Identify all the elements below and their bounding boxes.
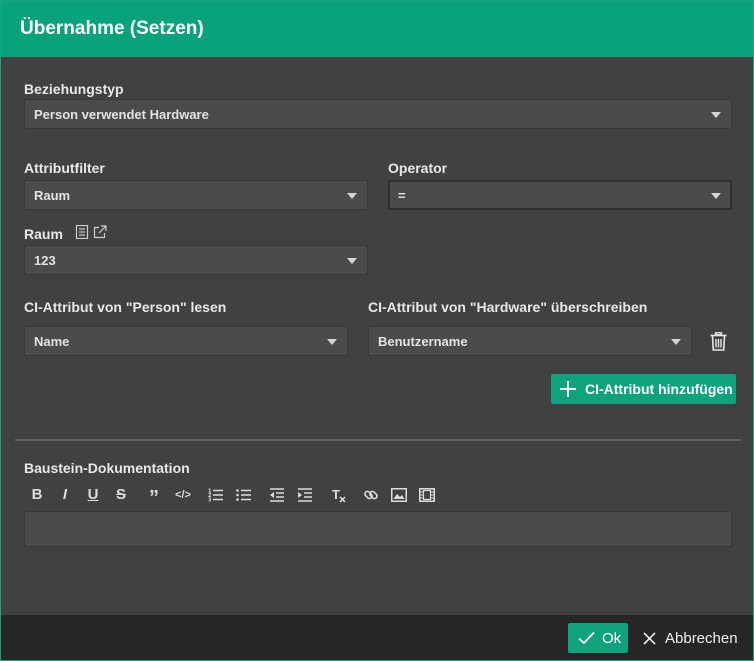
relation-type-label: Beziehungstyp xyxy=(24,81,124,97)
svg-text:T: T xyxy=(332,487,340,502)
operator-label: Operator xyxy=(388,160,448,176)
documentation-editor[interactable] xyxy=(24,511,732,547)
code-icon[interactable]: </> xyxy=(174,487,192,503)
dialog: Übernahme (Setzen) Beziehungstyp Person … xyxy=(0,0,754,661)
ordered-list-icon[interactable]: 1 2 3 xyxy=(208,487,224,503)
list-icon[interactable] xyxy=(75,225,89,239)
dialog-title: Übernahme (Setzen) xyxy=(20,18,204,39)
external-link-icon[interactable] xyxy=(93,225,107,239)
trash-icon[interactable] xyxy=(710,332,727,351)
bold-icon[interactable]: B xyxy=(30,487,44,503)
add-attribute-button[interactable]: CI-Attribut hinzufügen xyxy=(551,374,736,404)
attribute-filter-value: Raum xyxy=(34,188,71,203)
plus-icon xyxy=(560,381,576,397)
write-attribute-value: Benutzername xyxy=(378,334,468,349)
dialog-footer: Ok Abbrechen xyxy=(1,615,753,660)
close-icon xyxy=(643,632,656,645)
chevron-down-icon xyxy=(327,339,337,345)
title-bar: Übernahme (Setzen) xyxy=(1,1,753,57)
room-select[interactable]: 123 xyxy=(24,245,368,275)
italic-icon[interactable]: I xyxy=(58,487,72,503)
chevron-down-icon xyxy=(347,193,357,199)
cancel-button[interactable]: Abbrechen xyxy=(639,623,745,653)
chevron-down-icon xyxy=(347,258,357,264)
relation-type-value: Person verwendet Hardware xyxy=(34,107,209,122)
quote-icon[interactable]: ” xyxy=(146,488,162,508)
operator-value: = xyxy=(398,188,406,203)
video-icon[interactable] xyxy=(419,487,435,503)
read-attribute-label: CI-Attribut von "Person" lesen xyxy=(24,299,227,315)
read-attribute-select[interactable]: Name xyxy=(24,326,348,356)
svg-text:3: 3 xyxy=(208,498,212,504)
check-icon xyxy=(578,631,595,645)
attribute-filter-select[interactable]: Raum xyxy=(24,180,368,210)
add-attribute-label: CI-Attribut hinzufügen xyxy=(585,381,733,397)
room-value: 123 xyxy=(34,253,56,268)
ok-button[interactable]: Ok xyxy=(568,623,628,653)
write-attribute-select[interactable]: Benutzername xyxy=(368,326,692,356)
indent-icon[interactable] xyxy=(297,487,313,503)
image-icon[interactable] xyxy=(391,487,407,503)
chevron-down-icon xyxy=(711,193,721,199)
ok-label: Ok xyxy=(602,630,622,647)
clear-format-icon[interactable]: T xyxy=(331,487,347,503)
strikethrough-icon[interactable]: S xyxy=(114,487,128,503)
chevron-down-icon xyxy=(671,339,681,345)
outdent-icon[interactable] xyxy=(269,487,285,503)
divider xyxy=(15,439,741,441)
write-attribute-label: CI-Attribut von "Hardware" überschreiben xyxy=(368,299,648,315)
chevron-down-icon xyxy=(711,112,721,118)
cancel-label: Abbrechen xyxy=(665,630,738,647)
bullet-list-icon[interactable] xyxy=(236,487,252,503)
attribute-filter-label: Attributfilter xyxy=(24,160,105,176)
documentation-label: Baustein-Dokumentation xyxy=(24,460,190,476)
underline-icon[interactable]: U xyxy=(86,487,100,503)
read-attribute-value: Name xyxy=(34,334,70,349)
relation-type-select[interactable]: Person verwendet Hardware xyxy=(24,99,732,129)
operator-select[interactable]: = xyxy=(388,180,732,210)
link-icon[interactable] xyxy=(363,487,379,503)
room-label: Raum xyxy=(24,226,63,242)
